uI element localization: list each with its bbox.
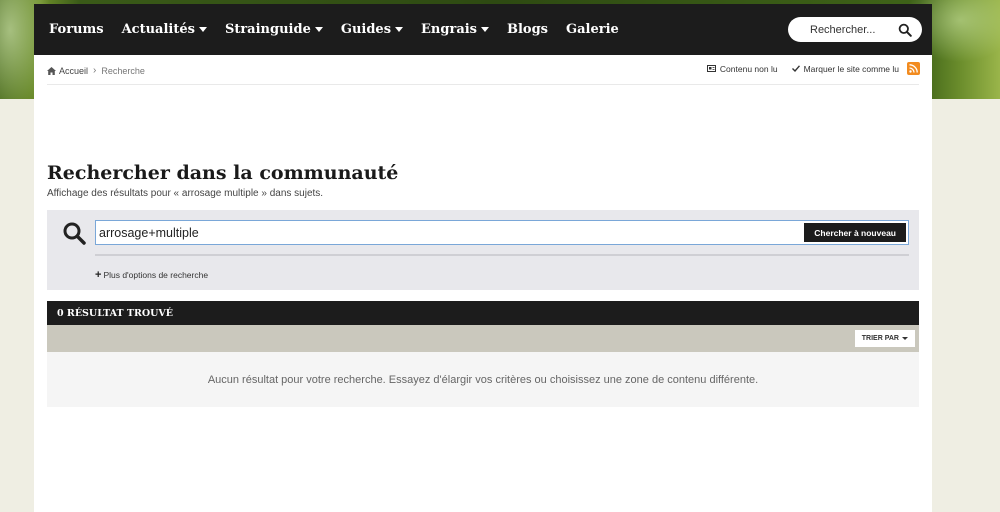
rss-button[interactable]	[907, 62, 920, 75]
search-panel: Chercher à nouveau + Plus d'options de r…	[47, 210, 919, 290]
nav-blogs[interactable]: Blogs	[507, 22, 548, 37]
nav-actualites[interactable]: Actualités	[122, 22, 207, 37]
empty-results-box: Aucun résultat pour votre recherche. Ess…	[47, 352, 919, 407]
header-divider	[47, 84, 919, 85]
caret-down-icon	[902, 337, 908, 340]
nav-galerie-label: Galerie	[566, 22, 619, 37]
nav-engrais-label: Engrais	[421, 22, 477, 37]
caret-down-icon	[198, 27, 207, 32]
search-icon	[63, 222, 86, 245]
page-title: Rechercher dans la communauté	[47, 162, 399, 184]
nav-galerie[interactable]: Galerie	[566, 22, 619, 37]
newspaper-icon	[706, 65, 716, 72]
page-container: Forums Actualités Strainguide Guides Eng…	[34, 4, 932, 512]
breadcrumb-home-label: Accueil	[59, 65, 89, 76]
rss-icon	[909, 64, 918, 73]
more-search-options-label: Plus d'options de recherche	[103, 270, 209, 280]
chevron-right-icon: ›	[93, 65, 97, 76]
breadcrumb-actions: Contenu non lu Marquer le site comme lu	[693, 62, 920, 75]
caret-down-icon	[481, 27, 489, 32]
unread-content-link[interactable]: Contenu non lu	[706, 63, 778, 74]
mark-read-label: Marquer le site comme lu	[803, 63, 899, 74]
panel-divider	[95, 254, 909, 256]
nav-strainguide-label: Strainguide	[224, 22, 311, 37]
nav-forums-label: Forums	[49, 22, 104, 37]
search-again-button[interactable]: Chercher à nouveau	[804, 223, 906, 242]
caret-down-icon	[314, 27, 323, 32]
search-input[interactable]	[96, 225, 805, 240]
nav-guides-label: Guides	[340, 22, 392, 37]
empty-results-message: Aucun résultat pour votre recherche. Ess…	[207, 373, 759, 386]
caret-down-icon	[395, 27, 404, 32]
plus-icon: +	[95, 269, 102, 281]
search-icon[interactable]	[898, 23, 912, 37]
check-icon	[791, 65, 800, 72]
mark-read-link[interactable]: Marquer le site comme lu	[791, 63, 899, 74]
sort-by-button[interactable]: TRIER PAR	[854, 330, 915, 347]
nav-blogs-label: Blogs	[507, 22, 549, 37]
search-field: Chercher à nouveau	[95, 220, 909, 245]
results-count-header: 0 RÉSULTAT TROUVÉ	[47, 301, 919, 325]
nav-search-box	[788, 17, 922, 42]
nav-guides[interactable]: Guides	[340, 22, 404, 37]
results-count-label: 0 RÉSULTAT TROUVÉ	[57, 307, 174, 319]
nav-forums[interactable]: Forums	[49, 22, 104, 37]
home-icon	[47, 66, 56, 75]
nav-strainguide[interactable]: Strainguide	[225, 22, 323, 37]
nav-search-input[interactable]	[810, 23, 894, 36]
sort-bar: TRIER PAR	[47, 325, 919, 352]
more-search-options-link[interactable]: + Plus d'options de recherche	[95, 269, 208, 281]
main-navbar: Forums Actualités Strainguide Guides Eng…	[34, 4, 932, 55]
breadcrumb: Accueil › Recherche	[47, 65, 145, 76]
sort-by-label: TRIER PAR	[861, 335, 899, 342]
breadcrumb-current: Recherche	[101, 65, 145, 76]
nav-engrais[interactable]: Engrais	[421, 22, 489, 37]
breadcrumb-home[interactable]: Accueil	[47, 66, 88, 76]
nav-actualites-label: Actualités	[121, 22, 195, 37]
page-subtitle: Affichage des résultats pour « arrosage …	[47, 188, 324, 199]
unread-content-label: Contenu non lu	[719, 63, 778, 74]
